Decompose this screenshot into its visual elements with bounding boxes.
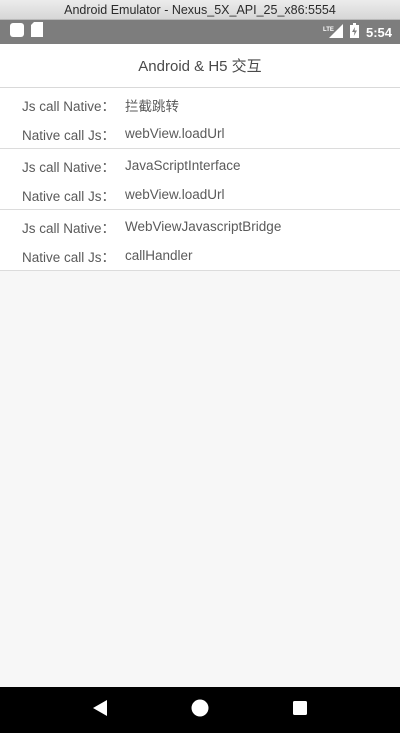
battery-charging-icon <box>349 23 359 41</box>
home-button[interactable] <box>180 690 220 730</box>
home-icon <box>191 699 209 722</box>
status-bar: LTE 5:54 <box>0 20 400 44</box>
list-item[interactable]: Js call Native： 拦截跳转 <box>0 90 400 119</box>
back-icon <box>92 699 108 722</box>
recents-button[interactable] <box>280 690 320 730</box>
row-label: Js call Native： <box>22 220 116 236</box>
recents-icon <box>292 700 308 721</box>
lte-label: LTE <box>323 27 334 33</box>
status-time: 5:54 <box>365 24 392 40</box>
row-value: WebViewJavascriptBridge <box>125 219 282 234</box>
window-title-text: Android Emulator - Nexus_5X_API_25_x86:5… <box>64 2 336 17</box>
navigation-bar <box>0 687 400 733</box>
row-value: webView.loadUrl <box>125 126 225 141</box>
row-value: webView.loadUrl <box>125 187 225 202</box>
row-label: Native call Js： <box>22 127 116 143</box>
list-item[interactable]: Native call Js： webView.loadUrl <box>0 119 400 148</box>
list-item[interactable]: Js call Native： WebViewJavascriptBridge <box>0 212 400 241</box>
app-toolbar: Android & H5 交互 <box>0 44 400 88</box>
sd-card-icon <box>31 22 43 42</box>
row-label: Native call Js： <box>22 188 116 204</box>
row-label: Native call Js： <box>22 249 116 265</box>
section-jsbridge: Js call Native： WebViewJavascriptBridge … <box>0 210 400 271</box>
row-label: Js call Native： <box>22 159 116 175</box>
emulator-window-title: Android Emulator - Nexus_5X_API_25_x86:5… <box>0 0 400 20</box>
list-item[interactable]: Js call Native： JavaScriptInterface <box>0 151 400 180</box>
row-label: Js call Native： <box>22 98 116 114</box>
page-title: Android & H5 交互 <box>138 58 262 75</box>
section-javascript-interface: Js call Native： JavaScriptInterface Nati… <box>0 149 400 210</box>
row-value: 拦截跳转 <box>125 98 179 114</box>
row-value: callHandler <box>125 248 193 263</box>
notification-app-icon <box>9 22 25 43</box>
list-item[interactable]: Native call Js： callHandler <box>0 241 400 270</box>
section-intercept: Js call Native： 拦截跳转 Native call Js： web… <box>0 88 400 149</box>
back-button[interactable] <box>80 690 120 730</box>
empty-content-area <box>0 271 400 692</box>
lte-signal-icon: LTE <box>323 23 343 41</box>
row-value: JavaScriptInterface <box>125 158 241 173</box>
list-item[interactable]: Native call Js： webView.loadUrl <box>0 180 400 209</box>
